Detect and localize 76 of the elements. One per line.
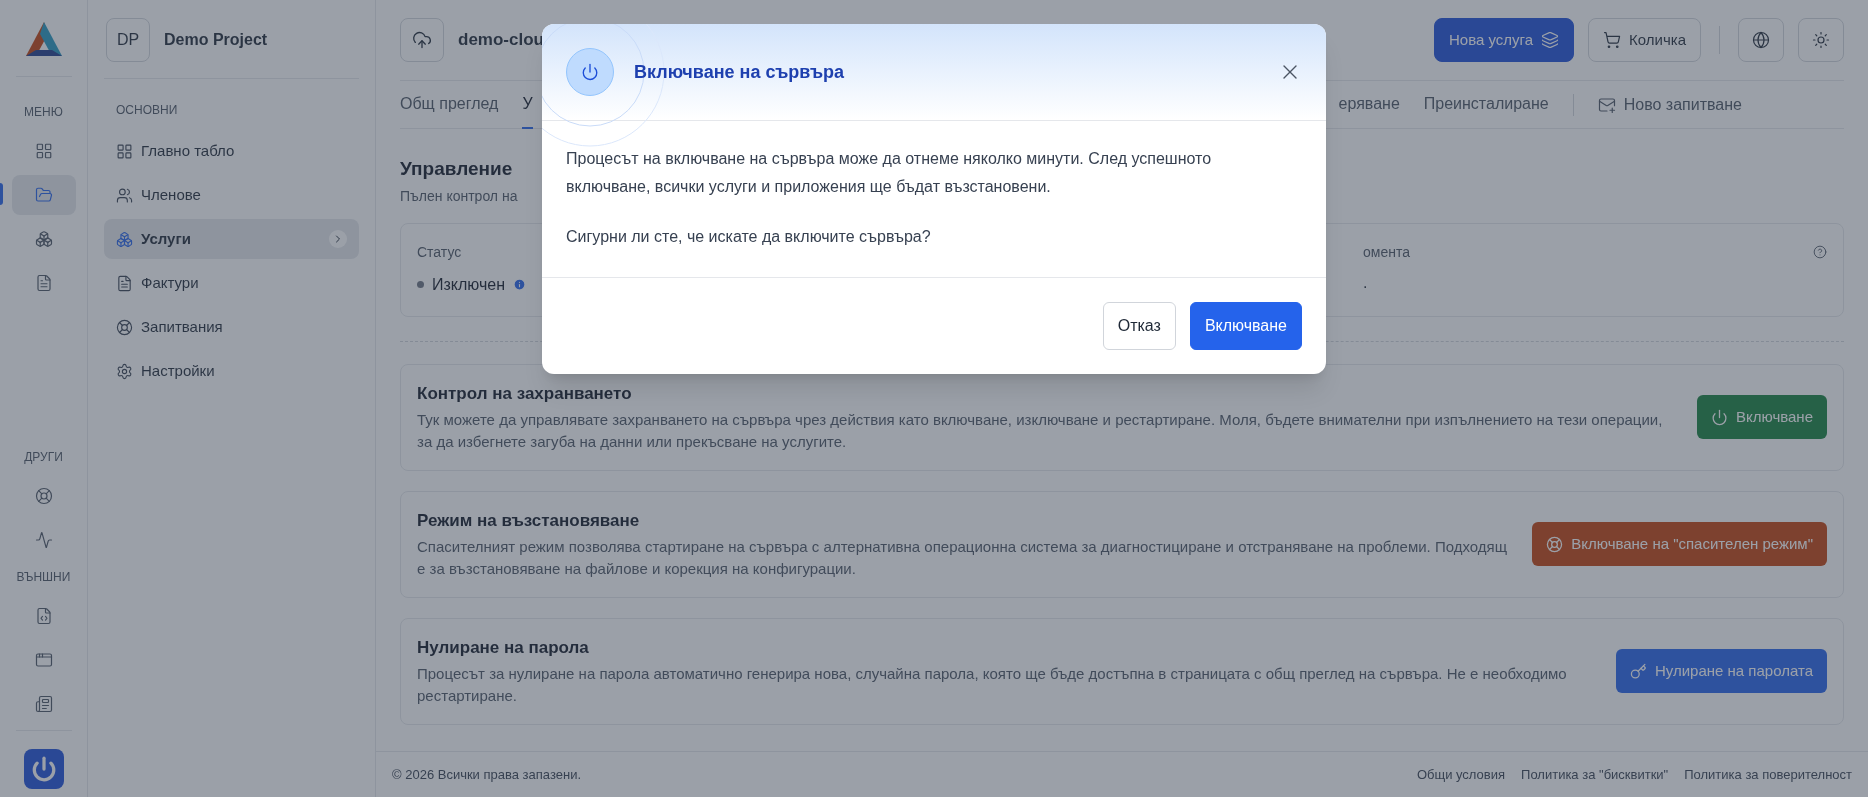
lifebuoy-icon bbox=[34, 487, 53, 505]
section-subtitle: Пълен контрол на bbox=[400, 186, 518, 206]
action-description: Спасителният режим позволява стартиране на сървъра с алтернативна операционна система за диагностициране и отстраняване на проблеми. Подходящ е за възстановяване на файлове и корекция на конфигурации. bbox=[417, 536, 1508, 579]
lifebuoy-icon bbox=[1546, 535, 1564, 553]
globe-icon bbox=[1752, 31, 1770, 49]
power-on-button[interactable]: Включване bbox=[1697, 395, 1827, 439]
status-value: Изключен bbox=[432, 274, 506, 295]
confirm-button[interactable]: Включване bbox=[1189, 302, 1302, 350]
grid-icon bbox=[116, 142, 133, 160]
browser-window-icon bbox=[34, 651, 53, 669]
document-icon bbox=[34, 274, 53, 292]
project-avatar: DP bbox=[106, 18, 150, 62]
footer-link[interactable]: Политика за "бисквитки" bbox=[1521, 764, 1669, 785]
sidebar-item[interactable]: Фактури bbox=[104, 263, 359, 303]
boxes-icon bbox=[34, 230, 53, 248]
sidebar-item[interactable]: Членове bbox=[104, 175, 359, 215]
sidebar-item[interactable]: Запитвания bbox=[104, 307, 359, 347]
status-label: омента bbox=[1363, 242, 1411, 262]
new-service-button[interactable]: Нова услуга bbox=[1434, 18, 1575, 62]
dialog-text: Процесът на включване на сървъра може да отнеме няколко минути. След успешното включване, всички услуги и приложения ще бъдат възстановени. bbox=[566, 149, 1213, 197]
project-name: Demo Project bbox=[164, 30, 268, 50]
footer-link[interactable]: Политика за поверителност bbox=[1684, 764, 1852, 785]
status-label: Статус bbox=[417, 242, 463, 262]
tab[interactable]: еряване bbox=[1338, 80, 1400, 129]
language-button[interactable] bbox=[1738, 18, 1784, 62]
pulse-icon bbox=[34, 531, 53, 549]
document-icon bbox=[116, 274, 133, 292]
settings-icon bbox=[116, 362, 133, 380]
tab[interactable]: Общ преглед bbox=[400, 80, 499, 129]
reset-password-button[interactable]: Нулиране на паролата bbox=[1615, 649, 1827, 693]
action-title: Контрол на захранването bbox=[417, 383, 633, 406]
status-value: . bbox=[1363, 272, 1368, 293]
action-description: Процесът за нулиране на парола автоматично генерира нова, случайна парола, която ще бъде достъпна в страницата с общ преглед на сървъра. Не е необходимо рестартиране. bbox=[417, 663, 1568, 706]
cart-icon bbox=[1603, 31, 1622, 49]
dialog-text: Сигурни ли сте, че искате да включите сървъра? bbox=[566, 227, 932, 247]
cart-button[interactable]: Количка bbox=[1588, 18, 1701, 62]
sidebar-item[interactable]: Услуги bbox=[104, 219, 359, 259]
sidebar-item[interactable]: Главно табло bbox=[104, 131, 359, 171]
tab[interactable]: Преинсталиране bbox=[1423, 80, 1549, 129]
rail-section-label: ДРУГИ bbox=[24, 449, 63, 466]
chevron-icon bbox=[329, 230, 347, 248]
rail-section-label: ВЪНШНИ bbox=[16, 569, 71, 586]
lifebuoy-icon bbox=[116, 318, 133, 336]
boxes-icon bbox=[116, 230, 133, 248]
sidebar-item[interactable]: Настройки bbox=[104, 351, 359, 391]
action-description: Тук можете да управлявате захранването на сървъра чрез действия като включване, изключване и рестартиране. Моля, бъдете внимателни при изпълнението на тези операции, за да избегнете загуба на данни или прекъсване на услугите. bbox=[417, 409, 1664, 452]
action-title: Режим на възстановяване bbox=[417, 510, 641, 533]
layers-icon bbox=[1541, 31, 1560, 49]
power-icon bbox=[566, 48, 614, 96]
tab[interactable]: У bbox=[522, 80, 533, 129]
dialog-title: Включване на сървъра bbox=[634, 60, 845, 84]
copyright: © 2026 Всички права запазени. bbox=[392, 765, 582, 784]
newspaper-icon bbox=[34, 695, 53, 713]
power-icon bbox=[1711, 408, 1728, 426]
folder-icon bbox=[34, 186, 53, 204]
sun-icon bbox=[1812, 31, 1830, 49]
rescue-mode-button[interactable]: Включване на "спасителен режим" bbox=[1532, 522, 1827, 566]
section-title: Управление bbox=[400, 157, 513, 181]
footer-link[interactable]: Общи условия bbox=[1416, 764, 1506, 785]
key-icon bbox=[1629, 662, 1647, 680]
info-icon bbox=[513, 278, 527, 291]
new-request-tab[interactable]: Ново запитване bbox=[1597, 80, 1742, 129]
cancel-button[interactable]: Отказ bbox=[1102, 302, 1176, 350]
sidebar-section-label: ОСНОВНИ bbox=[115, 102, 179, 119]
action-title: Нулиране на парола bbox=[417, 637, 590, 660]
mail-plus-icon bbox=[1597, 95, 1616, 114]
theme-button[interactable] bbox=[1798, 18, 1844, 62]
cloud-icon bbox=[400, 18, 444, 62]
rail-item[interactable] bbox=[11, 175, 76, 215]
users-icon bbox=[116, 186, 133, 204]
rail-section-label: МЕНЮ bbox=[24, 104, 63, 121]
server-name: demo-clou bbox=[458, 29, 544, 52]
code-file-icon bbox=[34, 607, 53, 625]
app-icon[interactable] bbox=[23, 749, 64, 789]
grid-icon bbox=[34, 142, 53, 160]
help-icon bbox=[1813, 245, 1827, 259]
